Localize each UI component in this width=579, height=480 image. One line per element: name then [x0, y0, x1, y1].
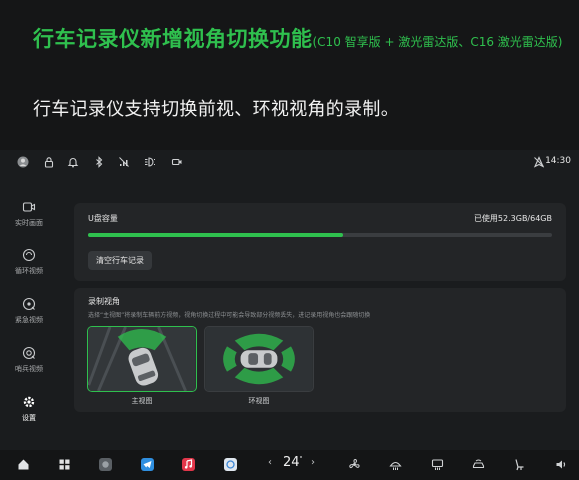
live-video-icon [22, 202, 36, 212]
rear-defrost-icon[interactable] [431, 458, 444, 471]
main-view-option[interactable] [87, 326, 197, 392]
recording-view-title: 录制视角 [88, 297, 120, 306]
no-signal-icon [118, 156, 130, 168]
banner-subline: 行车记录仪支持切换前视、环视视角的录制。 [33, 99, 399, 120]
usb-title: U盘容量 [88, 214, 118, 223]
lock-icon[interactable] [43, 156, 55, 168]
promo-banner: 行车记录仪新增视角切换功能(C10 智享版 + 激光雷达版、C16 激光雷达版)… [0, 0, 579, 150]
headline-text: 行车记录仪新增视角切换功能 [33, 27, 313, 51]
no-gps-icon [533, 156, 545, 168]
status-time: 14:30 [545, 156, 571, 166]
sidebar-item-label: 实时画面 [15, 219, 43, 227]
usb-capacity-panel: U盘容量 已使用52.3GB/64GB 清空行车记录 [74, 203, 566, 281]
bell-icon[interactable] [67, 156, 79, 168]
loop-video-icon [22, 248, 36, 262]
banner-headline: 行车记录仪新增视角切换功能(C10 智享版 + 激光雷达版、C16 激光雷达版) [33, 28, 573, 53]
emergency-video-icon [22, 297, 36, 311]
bottom-dock: ‹ 24° › [0, 450, 579, 480]
car-air-icon[interactable] [472, 458, 485, 471]
sidebar-item-label: 设置 [22, 414, 36, 422]
sidebar-item-label: 循环视频 [15, 267, 43, 275]
music-app-icon[interactable] [182, 458, 195, 471]
front-defrost-icon[interactable] [389, 458, 402, 471]
surround-view-car-illustration [205, 327, 313, 391]
home-icon[interactable] [17, 458, 30, 471]
status-bar: 14:30 [0, 150, 579, 175]
temperature-value: 24 [283, 455, 300, 470]
front-view-car-illustration [88, 327, 196, 391]
telegram-app-icon[interactable] [141, 458, 154, 471]
volume-icon[interactable] [555, 458, 568, 471]
main-view-label: 主视图 [131, 397, 153, 405]
car-screen: 14:30 实时画面 循环视频 紧急视频 哨兵视频 设置 U盘容量 已使用52.… [0, 150, 579, 480]
apps-grid-icon[interactable] [58, 458, 71, 471]
sidebar-item-sentry[interactable]: 哨兵视频 [0, 346, 58, 394]
surround-view-label: 环视图 [248, 397, 270, 405]
sidebar-item-label: 紧急视频 [15, 316, 43, 324]
clear-recordings-button[interactable]: 清空行车记录 [88, 251, 152, 270]
settings-icon [23, 396, 35, 408]
headline-note: (C10 智享版 + 激光雷达版、C16 激光雷达版) [312, 35, 563, 49]
usb-used-text: 已使用52.3GB/64GB [473, 214, 552, 223]
headlight-icon [144, 156, 156, 168]
bluetooth-icon [93, 156, 105, 168]
sidebar-item-emergency[interactable]: 紧急视频 [0, 297, 58, 345]
camera-app-icon[interactable] [99, 458, 112, 471]
browser-app-icon[interactable] [224, 458, 237, 471]
recording-view-description: 选择“主视图”将录制车辆前方视频，视角切换过程中可能会导致部分视频丢失，进记录用… [88, 312, 371, 319]
seat-icon[interactable] [513, 458, 526, 471]
sidebar: 实时画面 循环视频 紧急视频 哨兵视频 设置 [0, 175, 58, 440]
sidebar-item-loop[interactable]: 循环视频 [0, 248, 58, 296]
temperature-display: 24° [283, 455, 303, 470]
sidebar-item-settings[interactable]: 设置 [0, 395, 58, 443]
temperature-up-button[interactable]: › [311, 457, 315, 468]
fan-icon[interactable] [348, 458, 361, 471]
temperature-down-button[interactable]: ‹ [268, 457, 272, 468]
user-avatar-icon[interactable] [17, 156, 29, 168]
temperature-unit: ° [299, 455, 303, 463]
sentry-video-icon [22, 346, 36, 360]
sidebar-item-label: 哨兵视频 [15, 365, 43, 373]
camera-record-icon [171, 156, 183, 168]
sidebar-item-live[interactable]: 实时画面 [0, 200, 58, 248]
surround-view-option[interactable] [204, 326, 314, 392]
usb-capacity-bar [88, 233, 552, 237]
usb-capacity-fill [88, 233, 344, 237]
recording-view-panel: 录制视角 选择“主视图”将录制车辆前方视频，视角切换过程中可能会导致部分视频丢失… [74, 288, 566, 412]
